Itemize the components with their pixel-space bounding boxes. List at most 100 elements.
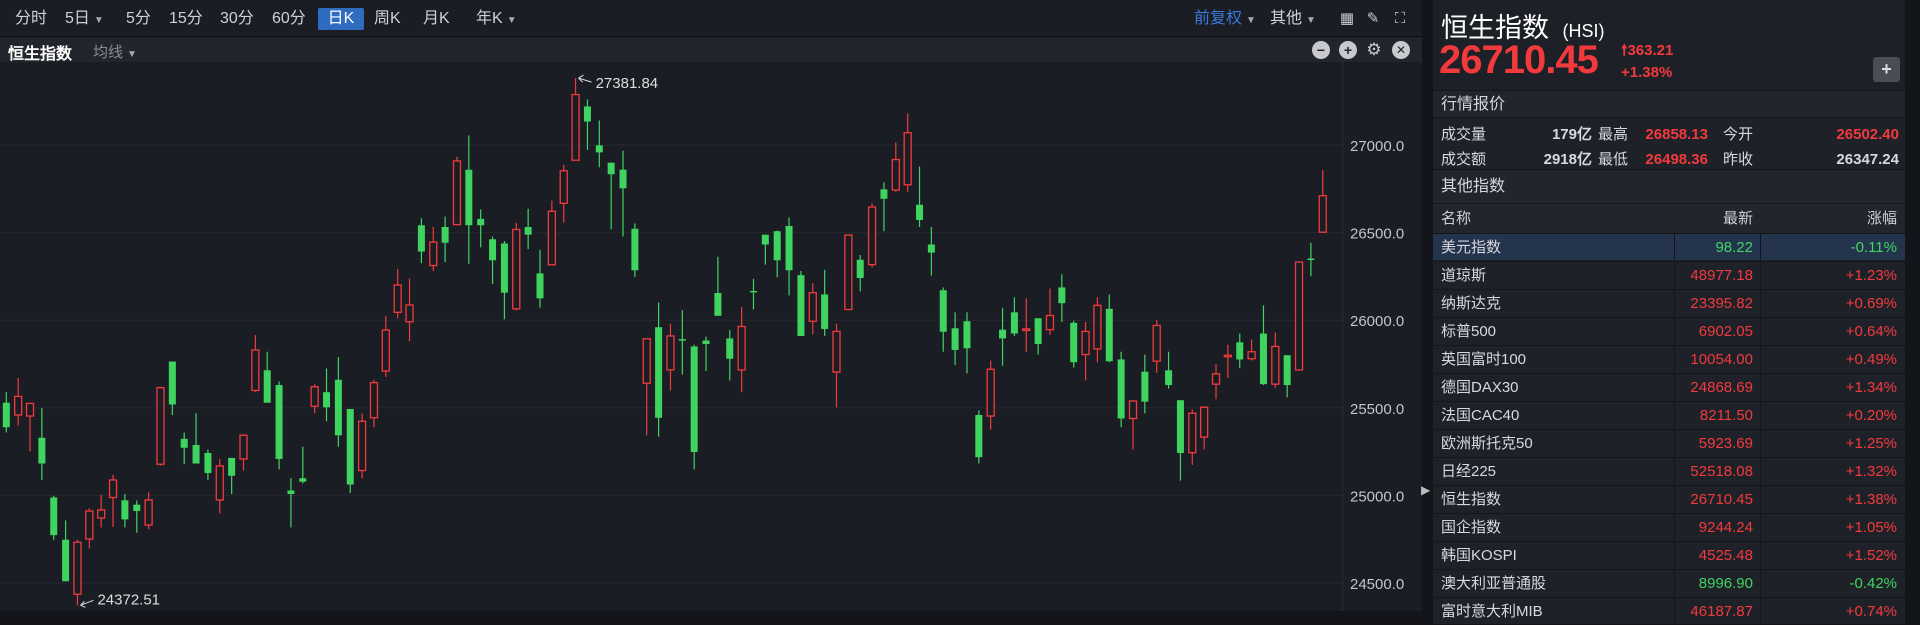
- high-annotation: 27381.84: [596, 75, 659, 92]
- index-last: 52518.08: [1690, 463, 1753, 480]
- header-name: 名称: [1441, 210, 1472, 227]
- close-icon[interactable]: ✕: [1392, 41, 1410, 59]
- index-row[interactable]: 韩国KOSPI 4525.48 +1.52%: [1433, 541, 1905, 568]
- candle-body-down: [785, 225, 793, 271]
- candle-body-down: [1010, 312, 1018, 334]
- index-last: 9244.24: [1698, 519, 1753, 536]
- index-row[interactable]: 法国CAC40 8211.50 +0.20%: [1433, 401, 1905, 428]
- candle-body-up: [144, 499, 153, 526]
- index-row[interactable]: 英国富时100 10054.00 +0.49%: [1433, 345, 1905, 372]
- index-last: 8211.50: [1699, 407, 1753, 424]
- index-pct: +1.32%: [1845, 463, 1897, 480]
- index-pct: +1.52%: [1845, 547, 1897, 564]
- index-last: 8996.90: [1698, 575, 1753, 592]
- tab-5min[interactable]: 5分: [122, 8, 155, 30]
- candle-body-up: [808, 292, 817, 322]
- gear-icon[interactable]: ⚙: [1365, 41, 1383, 59]
- index-last: 6902.05: [1698, 323, 1753, 340]
- brush-icon[interactable]: ✎: [1364, 10, 1382, 28]
- candle-body-down: [524, 226, 532, 235]
- low-arrow-icon: [80, 599, 94, 608]
- index-row[interactable]: 美元指数 98.22 -0.11%: [1433, 233, 1905, 260]
- candle-body-up: [1045, 314, 1055, 331]
- candle-body-up: [405, 304, 414, 323]
- zoom-in-icon[interactable]: +: [1339, 41, 1357, 59]
- candle-body-down: [121, 500, 129, 520]
- tab-monthly-k[interactable]: 月K: [419, 8, 454, 30]
- index-pct: +1.05%: [1845, 519, 1897, 536]
- other-dropdown[interactable]: 其他 ▼: [1266, 8, 1320, 30]
- layout-grid-icon[interactable]: ▦: [1338, 10, 1356, 28]
- index-name: 国企指数: [1441, 519, 1502, 536]
- candle-body-up: [239, 434, 248, 460]
- index-row[interactable]: 日经225 52518.08 +1.32%: [1433, 457, 1905, 484]
- index-row[interactable]: 国企指数 9244.24 +1.05%: [1433, 513, 1905, 540]
- tab-60min[interactable]: 60分: [268, 8, 310, 30]
- period-toolbar: 分时 5日 ▼ 5分 15分 30分 60分 日K 周K 月K 年K ▼ 前复权 ▼ …: [0, 0, 1422, 37]
- candle-body-down: [180, 438, 188, 448]
- ma-dropdown[interactable]: 均线 ▼: [93, 41, 137, 62]
- fullscreen-icon[interactable]: ⛶: [1391, 10, 1409, 28]
- column-divider: [1674, 374, 1675, 400]
- index-pct: +1.38%: [1845, 491, 1897, 508]
- y-tick-label: 24500.0: [1350, 576, 1404, 593]
- tab-yearly-k[interactable]: 年K ▼: [472, 8, 521, 30]
- tab-fenshi[interactable]: 分时: [11, 8, 51, 30]
- tab-30min[interactable]: 30分: [216, 8, 258, 30]
- add-watchlist-button[interactable]: +: [1873, 57, 1900, 82]
- candle-body-down: [38, 437, 46, 464]
- tab-daily-k[interactable]: 日K: [318, 8, 364, 30]
- candle-body-up: [1093, 304, 1102, 350]
- candle-body-down: [263, 370, 271, 403]
- chart-panel: 分时 5日 ▼ 5分 15分 30分 60分 日K 周K 月K 年K ▼ 前复权 ▼ …: [0, 0, 1422, 611]
- adjust-dropdown[interactable]: 前复权 ▼: [1190, 8, 1260, 30]
- y-tick-label: 27000.0: [1350, 138, 1404, 155]
- collapse-panel-arrow-icon[interactable]: ▶: [1421, 480, 1431, 500]
- index-name: 富时意大利MIB: [1441, 603, 1543, 620]
- index-last: 26710.45: [1690, 491, 1753, 508]
- candle-body-down: [489, 239, 497, 261]
- candlestick-chart[interactable]: 27000.0 26500.0 26000.0 25500.0 25000.0 24500…: [0, 62, 1422, 611]
- index-row[interactable]: 道琼斯 48977.18 +1.23%: [1433, 261, 1905, 288]
- candle-body-up: [25, 402, 35, 417]
- index-name: 英国富时100: [1441, 351, 1527, 368]
- candle-body-down: [500, 243, 508, 293]
- column-divider: [1760, 542, 1761, 568]
- candle-body-down: [465, 169, 473, 226]
- index-row[interactable]: 澳大利亚普通股 8996.90 -0.42%: [1433, 569, 1905, 596]
- candle-body-down: [856, 259, 864, 278]
- candle-body-up: [251, 349, 260, 392]
- index-row[interactable]: 标普500 6902.05 +0.64%: [1433, 317, 1905, 344]
- candle-body-up: [1318, 195, 1327, 233]
- zoom-out-icon[interactable]: −: [1312, 41, 1330, 59]
- index-pct: +0.64%: [1845, 323, 1897, 340]
- candle-body-down: [963, 321, 971, 349]
- index-last: 46187.87: [1690, 603, 1753, 620]
- candle-body-up: [1271, 345, 1280, 385]
- index-last: 98.22: [1715, 239, 1753, 256]
- tab-weekly-k[interactable]: 周K: [370, 8, 405, 30]
- quote-change-pct: +1.38%: [1621, 64, 1673, 81]
- quote-change: 🠕363.21: [1621, 40, 1673, 65]
- table-header: 名称 最新 涨幅: [1433, 203, 1905, 233]
- index-row[interactable]: 德国DAX30 24868.69 +1.34%: [1433, 373, 1905, 400]
- column-divider: [1760, 486, 1761, 512]
- index-pct: +0.74%: [1845, 603, 1897, 620]
- candle-body-down: [607, 162, 615, 175]
- index-row[interactable]: 恒生指数 26710.45 +1.38%: [1433, 485, 1905, 512]
- tab-15min[interactable]: 15分: [165, 8, 207, 30]
- index-name: 恒生指数: [1441, 491, 1502, 508]
- candle-body-down: [1165, 370, 1173, 386]
- tab-5day[interactable]: 5日 ▼: [61, 8, 108, 30]
- index-pct: +0.49%: [1845, 351, 1897, 368]
- candle-body-down: [287, 490, 295, 494]
- column-divider: [1760, 570, 1761, 596]
- candle-body-down: [678, 339, 686, 341]
- candle-body-down: [761, 234, 769, 245]
- index-row[interactable]: 欧洲斯托克50 5923.69 +1.25%: [1433, 429, 1905, 456]
- y-tick-label: 26500.0: [1350, 226, 1404, 243]
- column-divider: [1760, 234, 1761, 260]
- index-row[interactable]: 纳斯达克 23395.82 +0.69%: [1433, 289, 1905, 316]
- tab-yearly-label: 年K: [476, 10, 503, 27]
- candle-body-up: [642, 338, 651, 384]
